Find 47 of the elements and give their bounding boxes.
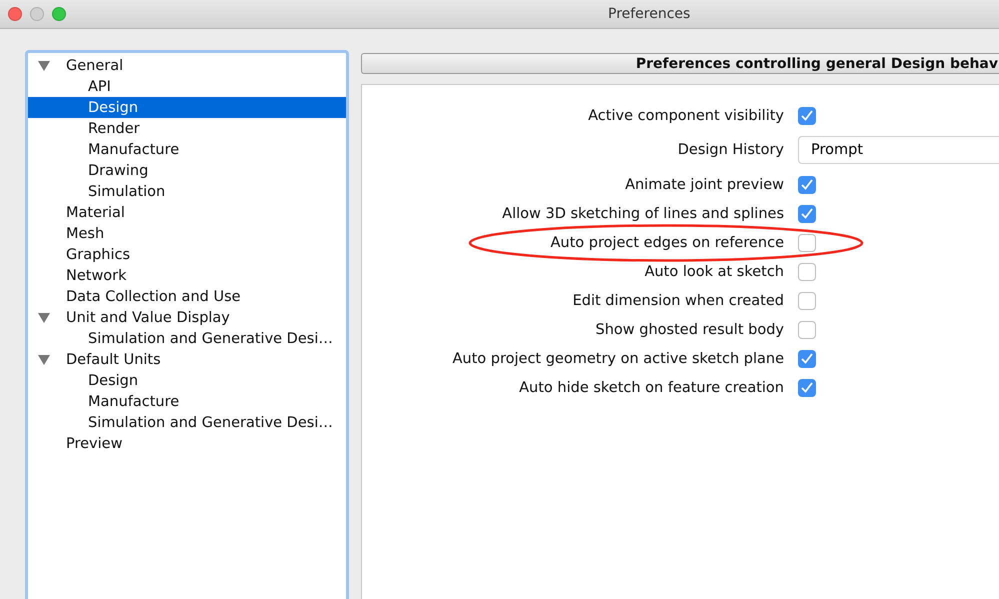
checkbox[interactable] (798, 378, 816, 396)
option-label: Auto project geometry on active sketch plane (452, 350, 784, 366)
tree-item[interactable]: Graphics (28, 244, 346, 265)
expand-triangle-icon[interactable] (38, 60, 50, 70)
window-title: Preferences (608, 6, 690, 22)
tree-item[interactable]: Simulation (28, 181, 346, 202)
tree-item[interactable]: Default Units (28, 349, 346, 370)
tree-item[interactable]: Mesh (28, 223, 346, 244)
checkbox[interactable] (798, 320, 816, 338)
tree-item[interactable]: Preview (28, 433, 346, 454)
tree-item[interactable]: Manufacture (28, 139, 346, 160)
tree-item[interactable]: Material (28, 202, 346, 223)
option-label: Animate joint preview (625, 176, 784, 192)
checkbox[interactable] (798, 234, 816, 252)
minimize-button[interactable] (30, 7, 44, 21)
tree-item[interactable]: Manufacture (28, 391, 346, 412)
option-label: Allow 3D sketching of lines and splines (502, 206, 784, 222)
option-label: Auto hide sketch on feature creation (519, 380, 784, 396)
tree-item[interactable]: Simulation and Generative Desi… (28, 412, 346, 433)
checkbox[interactable] (798, 350, 816, 368)
checkbox[interactable] (798, 176, 816, 194)
option-label: Design History (678, 142, 784, 158)
close-button[interactable] (8, 7, 22, 21)
tree-item[interactable]: General (28, 55, 346, 76)
checkbox[interactable] (798, 204, 816, 222)
tree-item[interactable]: Render (28, 118, 346, 139)
tree-item[interactable]: API (28, 76, 346, 97)
tree-item[interactable]: Design (28, 370, 346, 391)
tree-item[interactable]: Unit and Value Display (28, 307, 346, 328)
option-label: Edit dimension when created (572, 292, 784, 308)
tree-item[interactable]: Design (28, 97, 346, 118)
tree-item[interactable]: Network (28, 265, 346, 286)
checkbox[interactable] (798, 262, 816, 280)
tree-item[interactable]: Simulation and Generative Desi… (28, 328, 346, 349)
checkbox[interactable] (798, 292, 816, 310)
option-label: Auto look at sketch (644, 264, 784, 280)
expand-triangle-icon[interactable] (38, 354, 50, 364)
tree-item[interactable]: Drawing (28, 160, 346, 181)
option-label: Active component visibility (588, 108, 784, 124)
checkbox[interactable] (798, 106, 816, 124)
tree-item[interactable]: Data Collection and Use (28, 286, 346, 307)
design-history-dropdown[interactable]: Prompt (798, 136, 999, 164)
header-text: Preferences controlling general Design behav (636, 56, 998, 72)
expand-triangle-icon[interactable] (38, 312, 50, 322)
zoom-button[interactable] (52, 7, 66, 21)
option-label: Show ghosted result body (596, 322, 784, 338)
option-label: Auto project edges on reference (550, 234, 784, 250)
